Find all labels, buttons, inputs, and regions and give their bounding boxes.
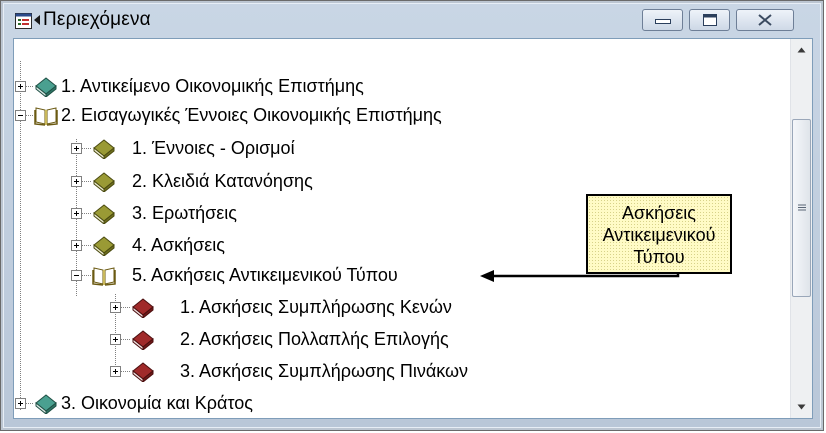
close-button[interactable] [736, 9, 794, 31]
maximize-button[interactable] [689, 9, 730, 31]
menu-arrow-icon[interactable] [34, 15, 40, 25]
contents-window: Περιεχόμενα 1. Αντικείμενο Οικονομικής Ε… [0, 0, 824, 431]
scroll-thumb[interactable] [792, 119, 811, 297]
contents-tree[interactable]: 1. Αντικείμενο Οικονομικής Επιστήμης 2. … [14, 39, 791, 418]
minimize-icon [655, 19, 671, 24]
contents-panel: 1. Αντικείμενο Οικονομικής Επιστήμης 2. … [13, 38, 813, 419]
callout-line: Ασκήσεις [622, 203, 696, 223]
close-icon [758, 14, 772, 26]
callout-line: Αντικειμενικού [602, 225, 716, 245]
callout-line: Τύπου [633, 247, 685, 267]
grip-icon [798, 204, 806, 211]
vertical-scrollbar[interactable] [790, 39, 812, 418]
title-bar[interactable]: Περιεχόμενα [1, 1, 823, 39]
scroll-down-icon [797, 404, 806, 410]
scroll-up-icon [797, 47, 806, 53]
minimize-button[interactable] [642, 9, 683, 31]
scroll-down-button[interactable] [791, 397, 812, 418]
maximize-icon [703, 14, 717, 26]
window-title: Περιεχόμενα [43, 9, 151, 30]
contents-icon [15, 13, 32, 29]
callout-note: Ασκήσεις Αντικειμενικού Τύπου [586, 194, 732, 274]
scroll-up-button[interactable] [791, 39, 812, 60]
